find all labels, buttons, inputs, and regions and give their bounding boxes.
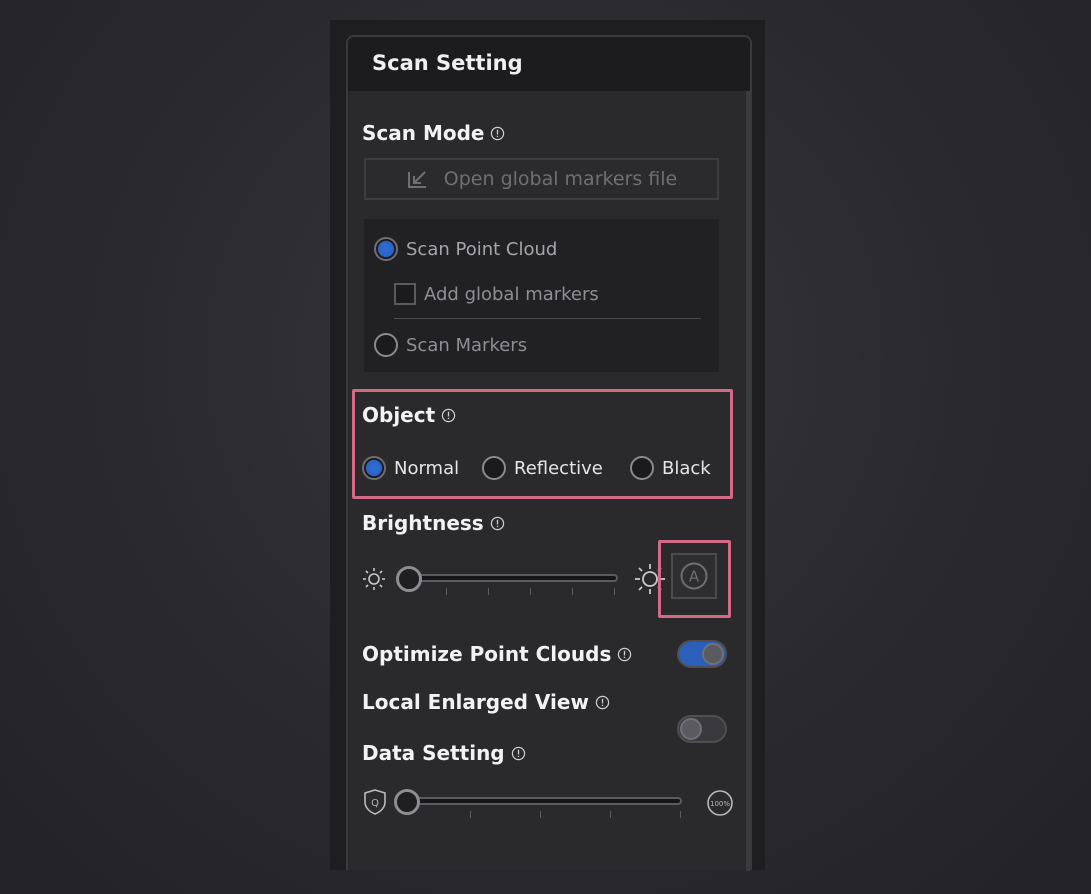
panel-header: Scan Setting (348, 37, 750, 91)
data-setting-slider-knob[interactable] (394, 789, 420, 815)
optimize-point-clouds-toggle[interactable] (677, 640, 727, 668)
scan-mode-title: Scan Mode (362, 121, 485, 145)
object-option-normal[interactable]: Normal (362, 456, 459, 480)
scan-markers-label: Scan Markers (406, 334, 528, 356)
data-setting-heading: Data Setting (362, 741, 526, 765)
local-enlarged-view-label: Local Enlarged View (362, 690, 589, 714)
radio-scan-markers[interactable] (374, 333, 398, 357)
scan-point-cloud-label: Scan Point Cloud (406, 238, 558, 260)
slider-tick (488, 588, 489, 595)
option-scan-markers[interactable]: Scan Markers (374, 333, 527, 357)
reflective-label: Reflective (514, 457, 603, 479)
object-option-black[interactable]: Black (630, 456, 711, 480)
object-title: Object (362, 403, 436, 427)
radio-normal[interactable] (362, 456, 386, 480)
slider-tick (614, 588, 615, 595)
black-label: Black (662, 457, 711, 479)
import-arrow-icon (407, 171, 426, 188)
optimize-point-clouds-heading: Optimize Point Clouds (362, 642, 632, 666)
object-heading: Object (362, 403, 456, 427)
auto-a-icon: A (680, 562, 708, 590)
radio-black[interactable] (630, 456, 654, 480)
toggle-knob (702, 643, 724, 665)
percent-badge-label: 100% (710, 800, 730, 808)
auto-a-label: A (689, 568, 700, 586)
object-option-reflective[interactable]: Reflective (482, 456, 603, 480)
info-icon[interactable] (490, 516, 505, 531)
info-icon[interactable] (441, 408, 456, 423)
open-global-markers-label: Open global markers file (443, 168, 678, 190)
sun-small-icon (363, 568, 385, 590)
brightness-slider-track[interactable] (398, 574, 618, 582)
panel-title: Scan Setting (372, 51, 523, 75)
info-icon[interactable] (595, 695, 610, 710)
data-setting-title: Data Setting (362, 741, 505, 765)
info-icon[interactable] (511, 746, 526, 761)
app-window: Scan Setting Scan Mode Open global marke… (330, 20, 765, 871)
radio-scan-point-cloud[interactable] (374, 237, 398, 261)
normal-label: Normal (394, 457, 460, 479)
shield-q-label: Q (371, 798, 379, 809)
slider-tick (680, 811, 681, 818)
add-global-markers-label: Add global markers (424, 283, 599, 305)
percent-badge-icon: 100% (707, 790, 733, 816)
info-icon[interactable] (617, 647, 632, 662)
data-setting-slider-ticks (396, 811, 682, 819)
scan-mode-options: Scan Point Cloud Add global markers Scan… (364, 219, 719, 372)
local-enlarged-view-toggle[interactable] (677, 715, 727, 743)
brightness-slider-ticks (398, 588, 618, 596)
data-setting-slider-track[interactable] (396, 797, 682, 805)
brightness-slider-knob[interactable] (396, 566, 422, 592)
shield-q-icon: Q (364, 789, 386, 815)
auto-brightness-button[interactable]: A (671, 553, 717, 599)
slider-tick (540, 811, 541, 818)
optimize-point-clouds-label: Optimize Point Clouds (362, 642, 612, 666)
radio-reflective[interactable] (482, 456, 506, 480)
scan-mode-heading: Scan Mode (362, 121, 505, 145)
open-global-markers-button[interactable]: Open global markers file (364, 158, 719, 200)
slider-tick (572, 588, 573, 595)
brightness-heading: Brightness (362, 511, 505, 535)
scan-setting-panel: Scan Setting Scan Mode Open global marke… (346, 35, 752, 871)
checkbox-add-global-markers[interactable] (394, 283, 416, 305)
panel-scrollbar[interactable] (746, 91, 750, 871)
slider-tick (446, 588, 447, 595)
brightness-title: Brightness (362, 511, 484, 535)
options-divider (394, 318, 701, 319)
local-enlarged-view-heading: Local Enlarged View (362, 690, 610, 714)
info-icon[interactable] (490, 126, 505, 141)
toggle-knob (680, 718, 702, 740)
slider-tick (470, 811, 471, 818)
option-add-global-markers[interactable]: Add global markers (394, 283, 599, 305)
option-scan-point-cloud[interactable]: Scan Point Cloud (374, 237, 557, 261)
slider-tick (530, 588, 531, 595)
slider-tick (610, 811, 611, 818)
